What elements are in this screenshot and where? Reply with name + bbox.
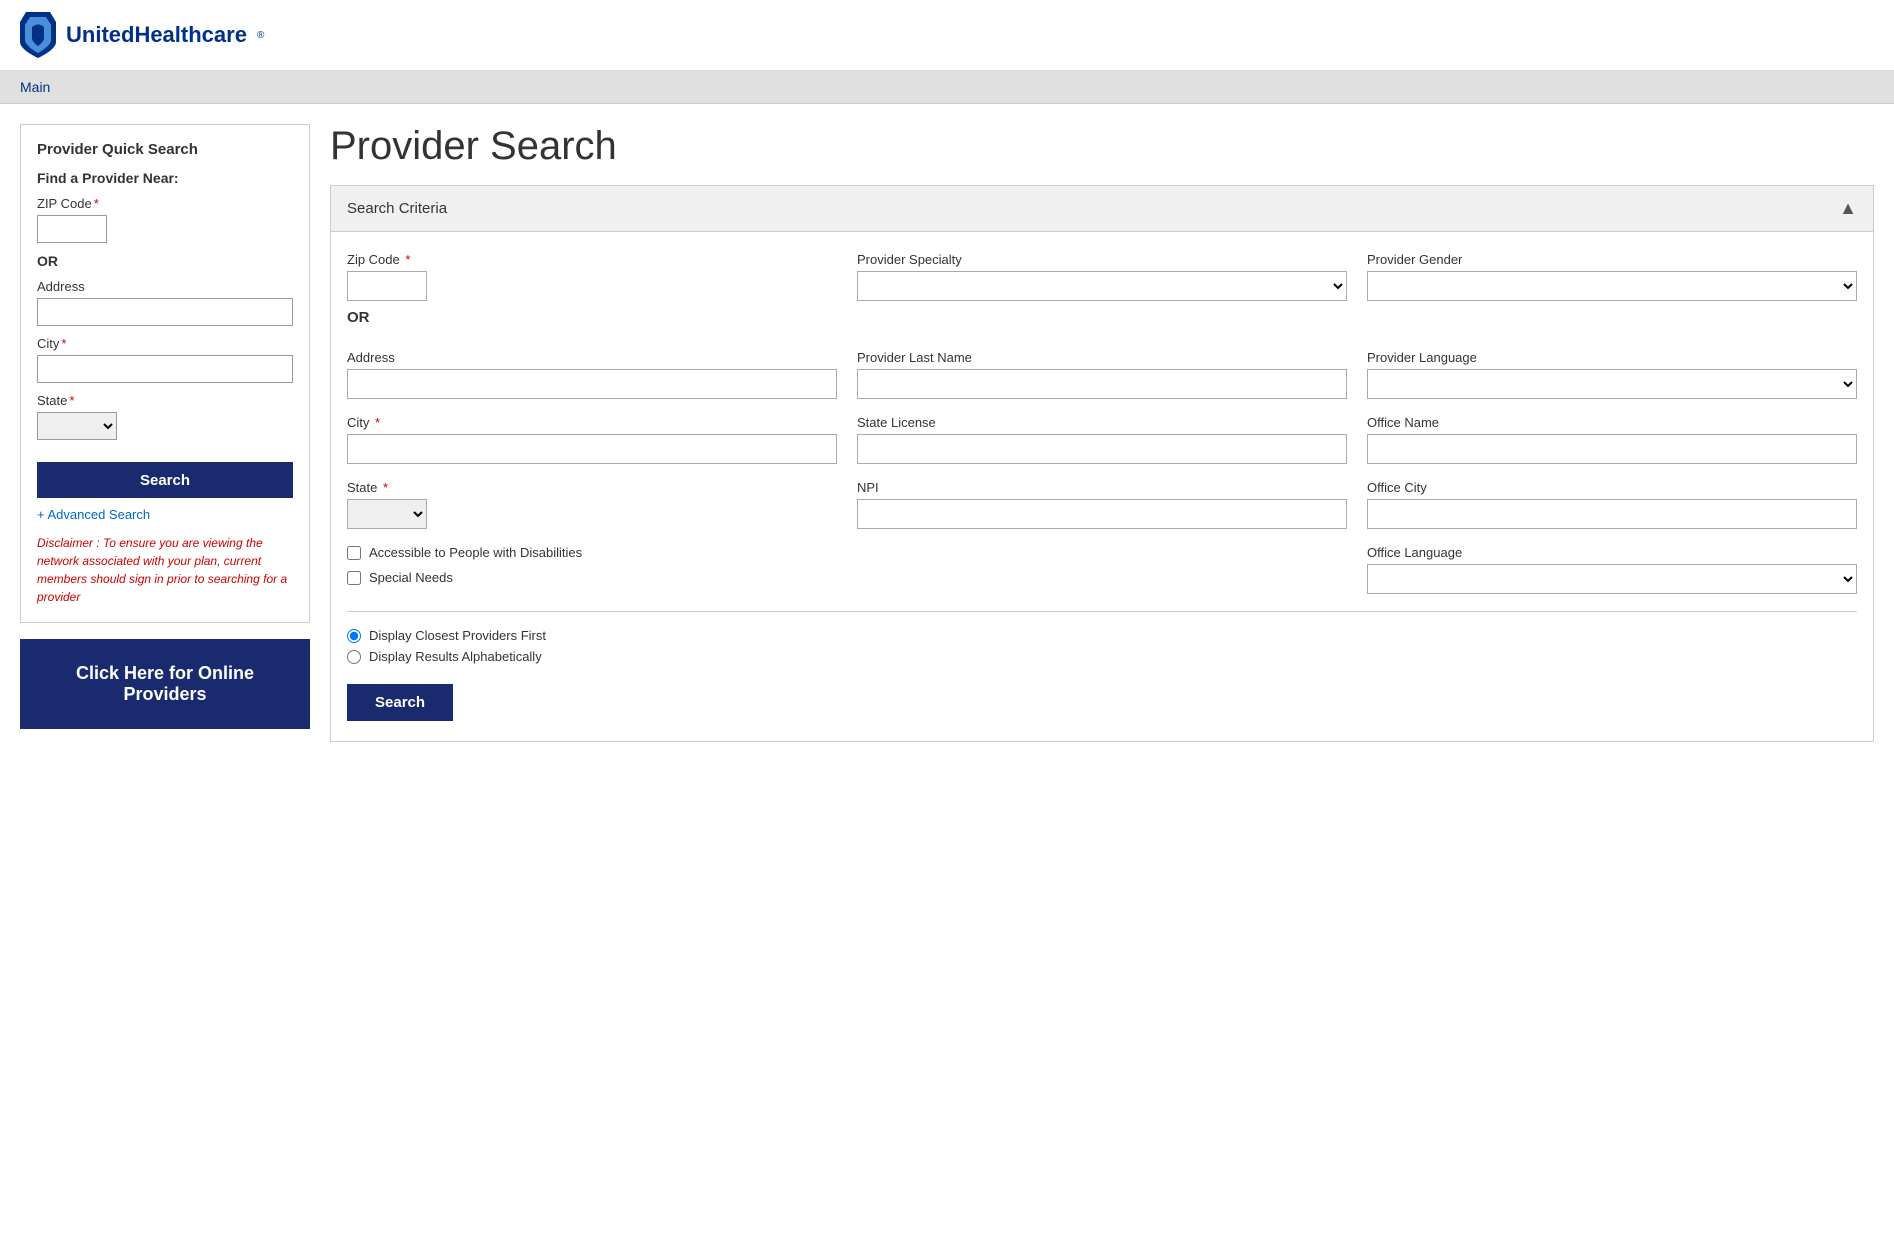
provider-gender-select[interactable] (1367, 271, 1857, 301)
accessible-checkbox[interactable] (347, 546, 361, 560)
header: UnitedHealthcare ® (0, 0, 1894, 71)
zip-field-label: Zip Code * (347, 252, 837, 267)
npi-field: NPI (857, 480, 1347, 529)
sidebar-address-label: Address (37, 279, 293, 294)
npi-label: NPI (857, 480, 1347, 495)
special-needs-label: Special Needs (369, 570, 453, 585)
main-content: Provider Quick Search Find a Provider Ne… (0, 104, 1894, 762)
state-field-label: State * (347, 480, 837, 495)
checkboxes-col: Accessible to People with Disabilities S… (347, 545, 837, 595)
closest-radio-row: Display Closest Providers First (347, 628, 1857, 643)
office-city-input[interactable] (1367, 499, 1857, 529)
panel-header-title: Search Criteria (347, 200, 447, 217)
advanced-search-link[interactable]: + Advanced Search (37, 507, 150, 522)
form-row-4: State * AL CA TX NY NPI (347, 480, 1857, 529)
search-criteria-panel: Search Criteria ▲ Zip Code * OR Provider… (330, 185, 1874, 742)
provider-specialty-field: Provider Specialty (857, 252, 1347, 334)
sidebar-search-button[interactable]: Search (37, 462, 293, 498)
address-input[interactable] (347, 369, 837, 399)
special-needs-checkbox[interactable] (347, 571, 361, 585)
special-needs-checkbox-row: Special Needs (347, 570, 837, 585)
form-row-5: Accessible to People with Disabilities S… (347, 545, 1857, 595)
provider-last-name-label: Provider Last Name (857, 350, 1347, 365)
city-field-label: City * (347, 415, 837, 430)
logo-text: UnitedHealthcare (66, 22, 247, 48)
alphabetical-radio[interactable] (347, 650, 361, 664)
divider (347, 611, 1857, 612)
office-language-select[interactable] (1367, 564, 1857, 594)
sidebar: Provider Quick Search Find a Provider Ne… (20, 124, 310, 729)
sidebar-zip-input[interactable] (37, 215, 107, 243)
online-providers-button[interactable]: Click Here for Online Providers (20, 639, 310, 729)
provider-gender-label: Provider Gender (1367, 252, 1857, 267)
sidebar-city-label: City* (37, 336, 293, 351)
unitedhealthcare-logo-icon (20, 12, 56, 58)
city-field: City * (347, 415, 837, 464)
main-search-button[interactable]: Search (347, 684, 453, 721)
sidebar-zip-label: ZIP Code* (37, 196, 293, 211)
zip-input[interactable] (347, 271, 427, 301)
sidebar-state-select[interactable]: AL AK AZ CA CO FL TX NY (37, 412, 117, 440)
logo-container: UnitedHealthcare ® (20, 12, 264, 58)
state-license-field: State License (857, 415, 1347, 464)
sidebar-city-input[interactable] (37, 355, 293, 383)
provider-gender-field: Provider Gender (1367, 252, 1857, 334)
sidebar-or-text: OR (37, 253, 293, 269)
form-row-3: City * State License Office Name (347, 415, 1857, 464)
npi-input[interactable] (857, 499, 1347, 529)
disclaimer-text: Disclaimer : To ensure you are viewing t… (37, 534, 293, 606)
address-section: Address (37, 279, 293, 326)
radio-group: Display Closest Providers First Display … (347, 628, 1857, 664)
provider-specialty-label: Provider Specialty (857, 252, 1347, 267)
office-name-label: Office Name (1367, 415, 1857, 430)
form-row-2: Address Provider Last Name Provider Lang… (347, 350, 1857, 399)
address-field-label: Address (347, 350, 837, 365)
provider-specialty-select[interactable] (857, 271, 1347, 301)
provider-language-label: Provider Language (1367, 350, 1857, 365)
sidebar-address-input[interactable] (37, 298, 293, 326)
address-field: Address (347, 350, 837, 399)
accessible-checkbox-row: Accessible to People with Disabilities (347, 545, 837, 560)
office-name-field: Office Name (1367, 415, 1857, 464)
quick-search-title: Provider Quick Search (37, 141, 293, 158)
accessible-label: Accessible to People with Disabilities (369, 545, 582, 560)
office-name-input[interactable] (1367, 434, 1857, 464)
nav-main-link[interactable]: Main (20, 79, 50, 95)
sidebar-state-label: State* (37, 393, 293, 408)
closest-radio[interactable] (347, 629, 361, 643)
quick-search-box: Provider Quick Search Find a Provider Ne… (20, 124, 310, 623)
page-title: Provider Search (330, 124, 1874, 169)
logo-registered: ® (257, 30, 264, 41)
collapse-icon[interactable]: ▲ (1839, 198, 1857, 219)
office-city-field: Office City (1367, 480, 1857, 529)
nav-bar: Main (0, 71, 1894, 104)
provider-language-select[interactable] (1367, 369, 1857, 399)
zip-field: Zip Code * OR (347, 252, 837, 334)
provider-last-name-field: Provider Last Name (857, 350, 1347, 399)
form-row-1: Zip Code * OR Provider Specialty Provide… (347, 252, 1857, 334)
city-input[interactable] (347, 434, 837, 464)
provider-language-field: Provider Language (1367, 350, 1857, 399)
or-bold-text: OR (347, 309, 837, 326)
office-language-label: Office Language (1367, 545, 1857, 560)
state-license-label: State License (857, 415, 1347, 430)
zip-section: ZIP Code* (37, 196, 293, 243)
alphabetical-radio-row: Display Results Alphabetically (347, 649, 1857, 664)
alphabetical-label: Display Results Alphabetically (369, 649, 542, 664)
city-section: City* (37, 336, 293, 383)
state-license-input[interactable] (857, 434, 1347, 464)
office-city-label: Office City (1367, 480, 1857, 495)
panel-body: Zip Code * OR Provider Specialty Provide… (331, 232, 1873, 741)
find-provider-label: Find a Provider Near: (37, 170, 293, 186)
provider-last-name-input[interactable] (857, 369, 1347, 399)
state-select[interactable]: AL CA TX NY (347, 499, 427, 529)
panel-header: Search Criteria ▲ (331, 186, 1873, 232)
provider-search-area: Provider Search Search Criteria ▲ Zip Co… (330, 124, 1874, 742)
empty-col (857, 545, 1347, 595)
state-section: State* AL AK AZ CA CO FL TX NY (37, 393, 293, 440)
office-language-field: Office Language (1367, 545, 1857, 595)
state-field: State * AL CA TX NY (347, 480, 837, 529)
closest-label: Display Closest Providers First (369, 628, 546, 643)
